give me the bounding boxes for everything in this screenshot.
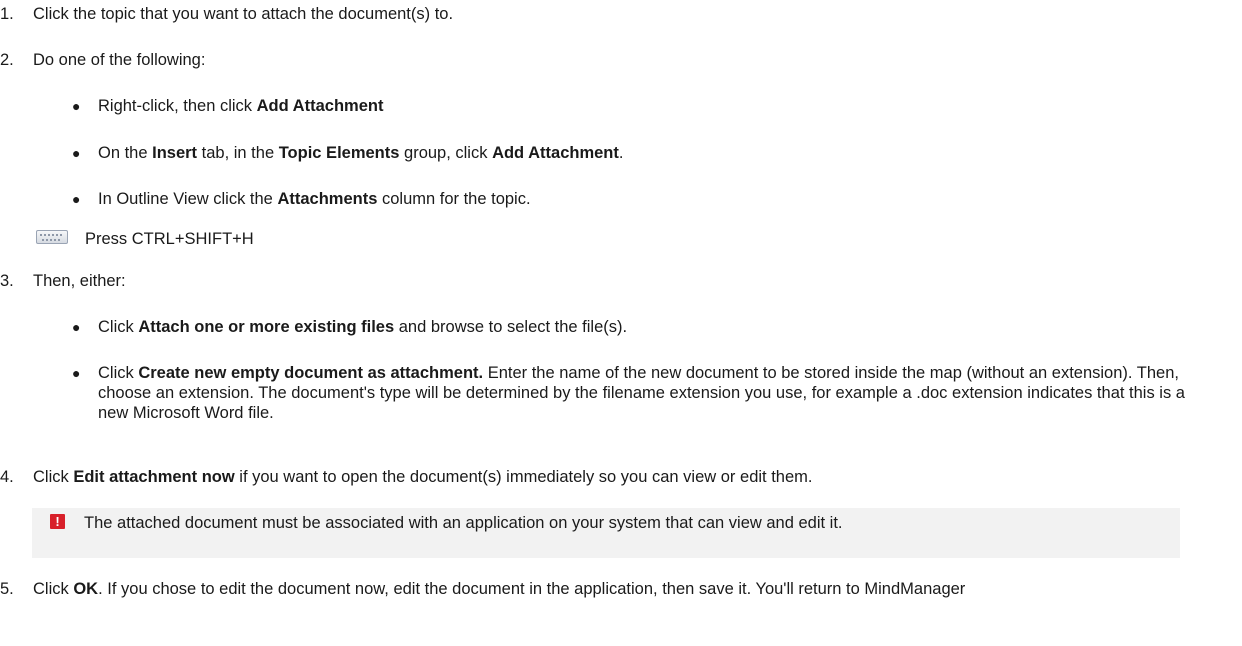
note-text: The attached document must be associated… [84, 514, 843, 532]
help-page: { "steps": { "s1": { "num": "1.", "text"… [0, 0, 1242, 646]
option-text: Right-click, then click Add Attachment [98, 97, 384, 115]
step-text: Do one of the following: [33, 51, 206, 69]
bullet-icon: ● [72, 365, 81, 381]
option-text: In Outline View click the Attachments co… [98, 190, 531, 208]
step-text: Click Edit attachment now if you want to… [33, 468, 813, 486]
step-number: 1. [0, 5, 14, 23]
step-text: Click OK. If you chose to edit the docum… [33, 580, 966, 598]
step-number: 4. [0, 468, 14, 486]
step-text: Then, either: [33, 272, 126, 290]
warning-icon: ! [50, 514, 65, 529]
warning-note: ! The attached document must be associat… [32, 508, 1180, 558]
step-text: Click the topic that you want to attach … [33, 5, 454, 23]
option-text: Click Attach one or more existing files … [98, 318, 628, 336]
shortcut-text: Press CTRL+SHIFT+H [85, 230, 254, 248]
bullet-icon: ● [72, 191, 81, 207]
step-number: 5. [0, 580, 14, 598]
bullet-icon: ● [72, 98, 81, 114]
bullet-icon: ● [72, 319, 81, 335]
option-text: On the Insert tab, in the Topic Elements… [98, 144, 624, 162]
option-text: Click Create new empty document as attac… [98, 364, 1185, 422]
step-number: 3. [0, 272, 14, 290]
keyboard-icon [36, 230, 68, 244]
step-number: 2. [0, 51, 14, 69]
bullet-icon: ● [72, 145, 81, 161]
